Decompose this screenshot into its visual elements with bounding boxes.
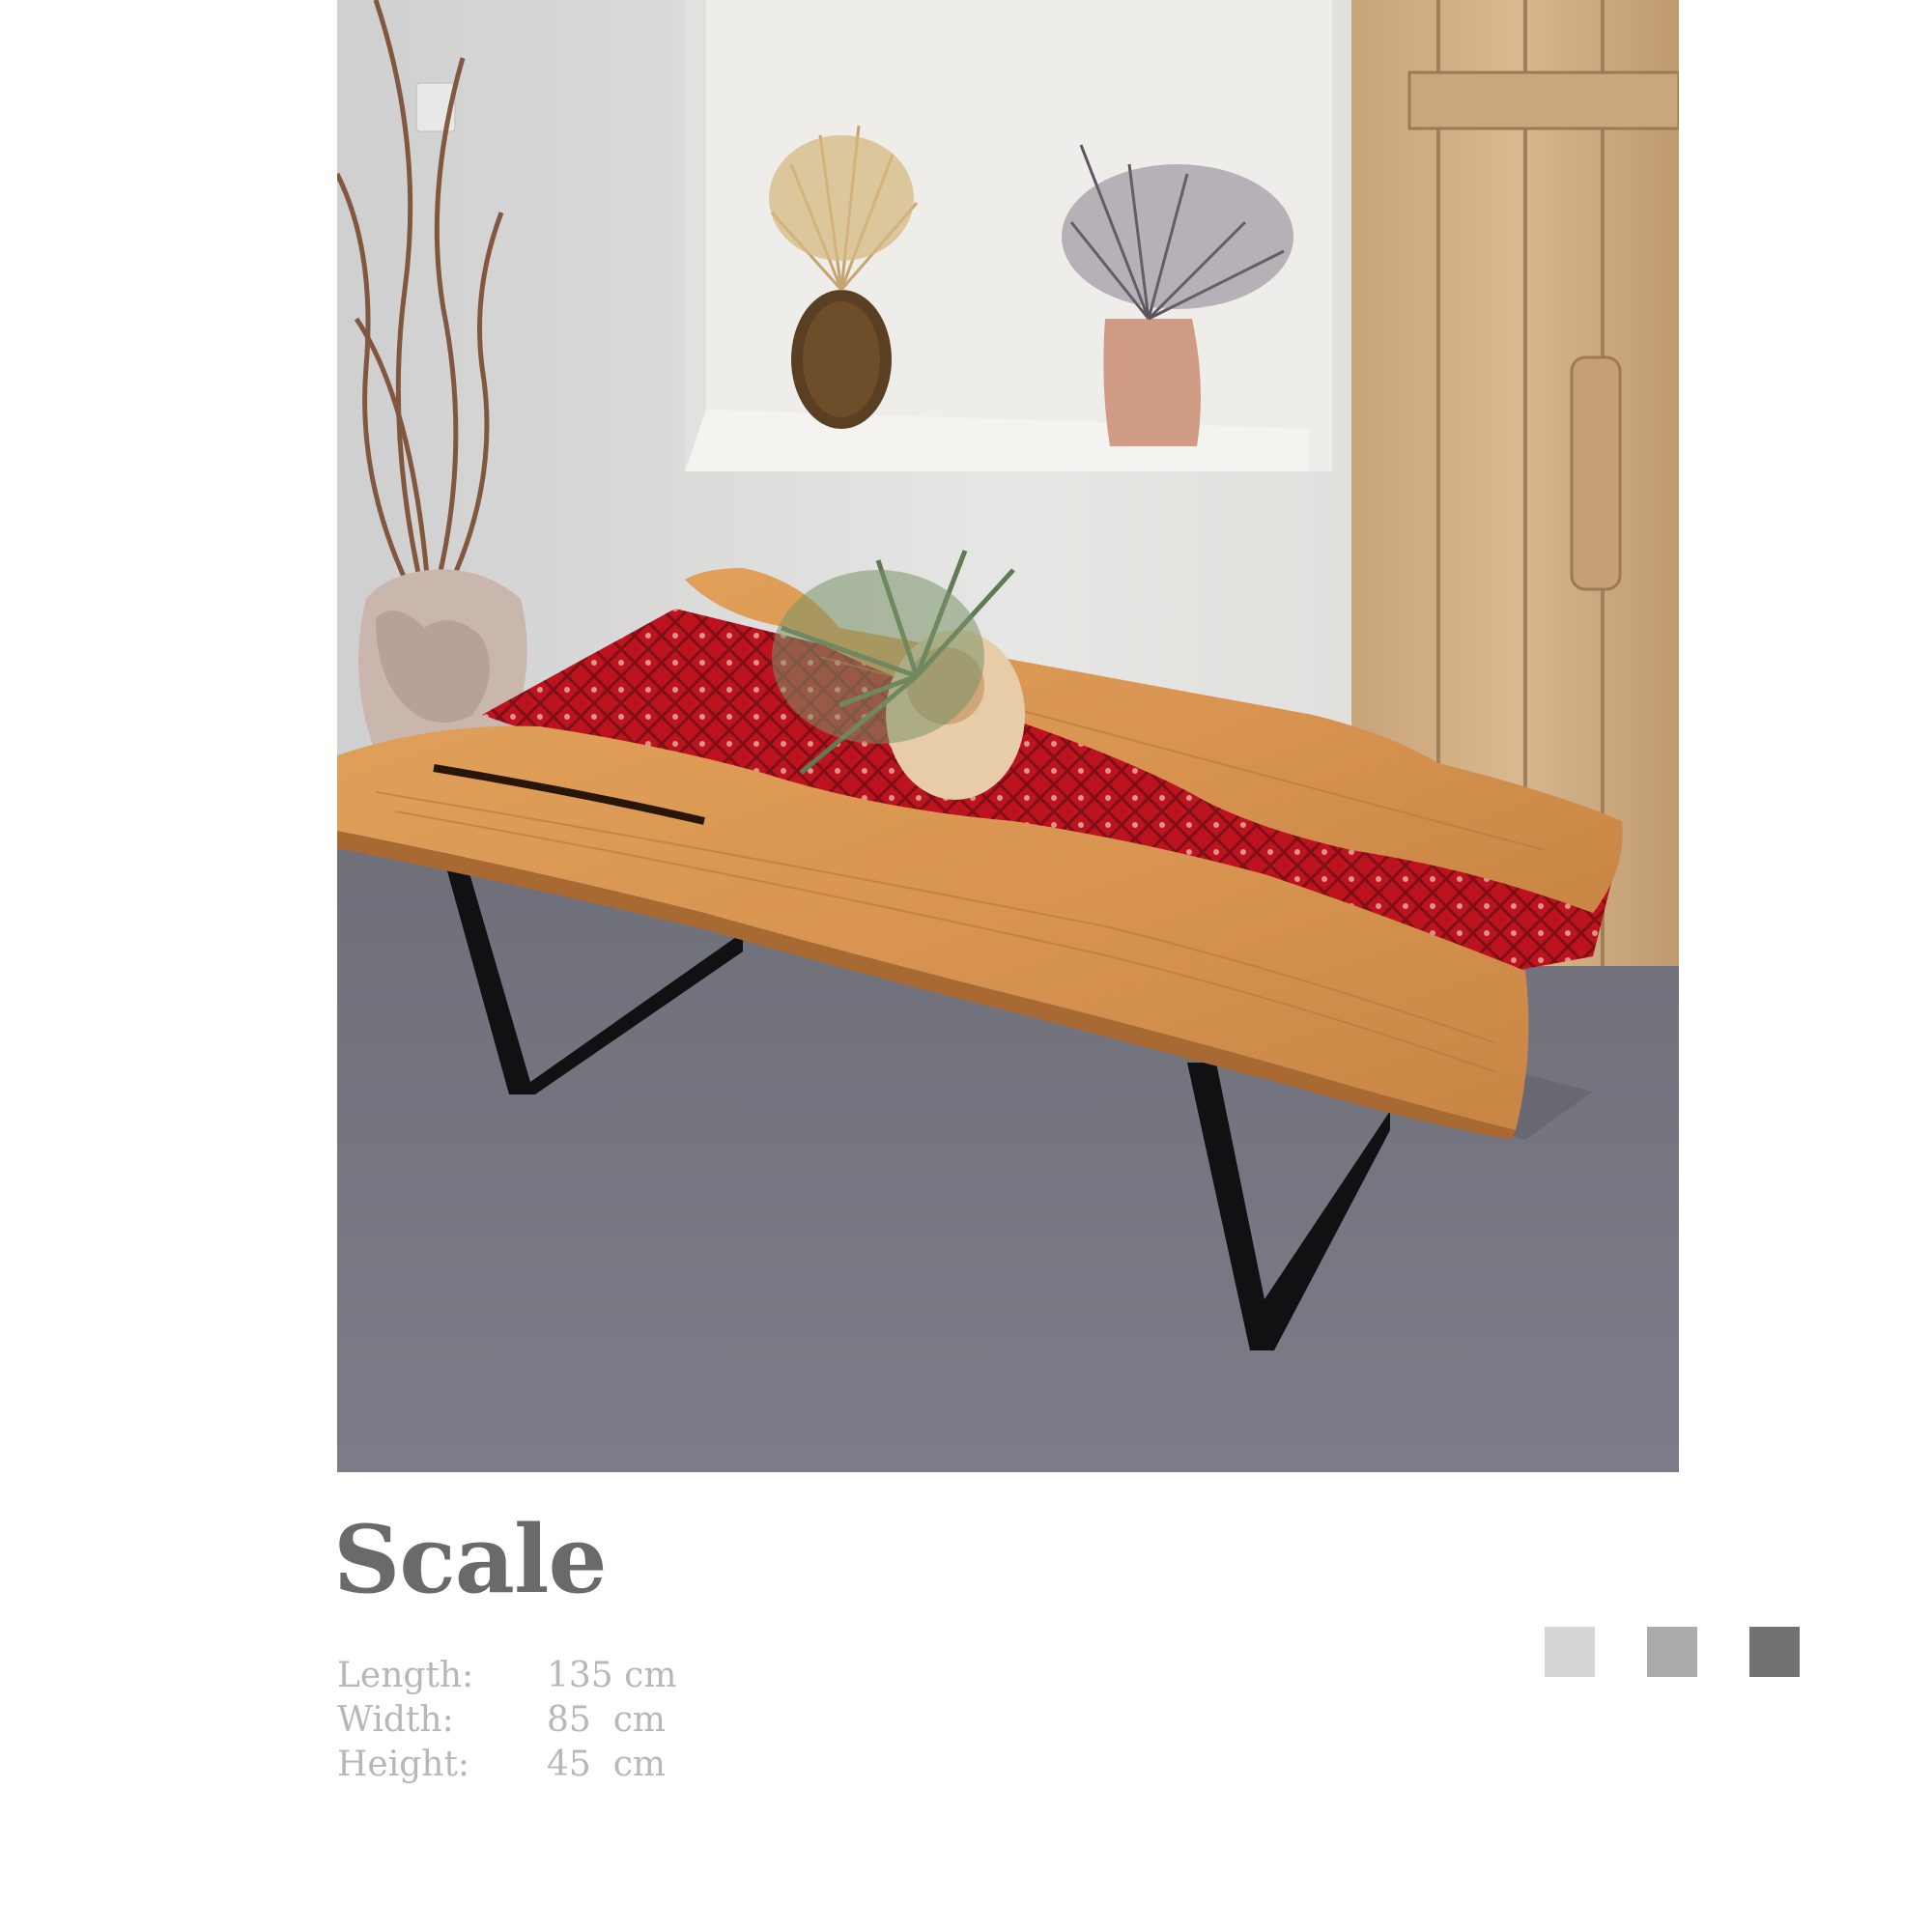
swatch-dark-gray [1749, 1627, 1800, 1677]
color-swatches [1545, 1627, 1800, 1677]
page-title: Scale [333, 1505, 608, 1614]
dimension-label: Height: [337, 1745, 470, 1784]
dimension-row-width: Width: 85 cm [337, 1698, 740, 1743]
dimension-label: Length: [337, 1656, 474, 1695]
product-photo [337, 0, 1679, 1472]
dimension-value: 45 cm [547, 1745, 666, 1784]
dimensions-list: Length: 135 cm Width: 85 cm Height: 45 c… [337, 1654, 740, 1787]
dimension-row-height: Height: 45 cm [337, 1743, 740, 1787]
river-table-photo-illustration [337, 0, 1679, 1472]
swatch-light-gray [1545, 1627, 1595, 1677]
dimension-value: 85 cm [547, 1700, 666, 1740]
dimension-label: Width: [337, 1700, 454, 1740]
dimension-row-length: Length: 135 cm [337, 1654, 740, 1698]
swatch-medium-gray [1647, 1627, 1697, 1677]
dimension-value: 135 cm [547, 1656, 677, 1695]
